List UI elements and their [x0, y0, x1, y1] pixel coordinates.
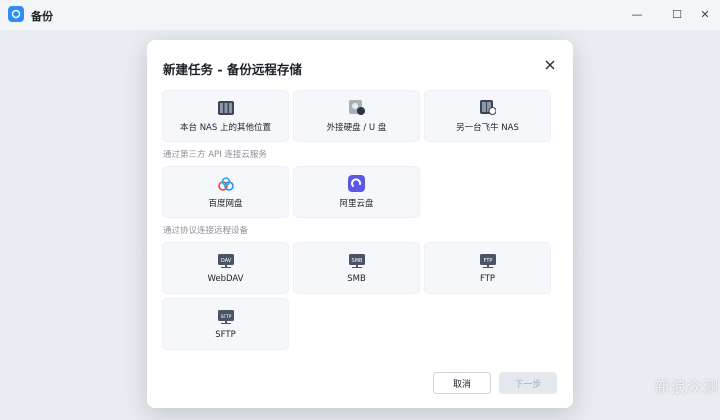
- option-label: 阿里云盘: [339, 198, 374, 209]
- new-task-dialog: 新建任务 - 备份远程存储 本台 NAS 上的其他位置 外接硬盘 / U 盘 另…: [147, 40, 573, 408]
- option-label: 本台 NAS 上的其他位置: [180, 122, 271, 133]
- baidu-netdisk-icon: [217, 176, 235, 192]
- option-other-nas[interactable]: 另一台飞牛 NAS: [424, 90, 551, 142]
- external-drive-icon: [348, 100, 366, 116]
- option-baidu-netdisk[interactable]: 百度网盘: [162, 166, 289, 218]
- other-nas-icon: [479, 100, 497, 116]
- dialog-content: 本台 NAS 上的其他位置 外接硬盘 / U 盘 另一台飞牛 NAS 通过第三方…: [162, 90, 552, 355]
- svg-text:SFTP: SFTP: [220, 314, 231, 320]
- dialog-title: 新建任务 - 备份远程存储: [163, 62, 302, 77]
- section-label-protocol: 通过协议连接远程设备: [163, 226, 249, 236]
- maximize-button[interactable]: ☐: [666, 4, 688, 24]
- option-external-drive[interactable]: 外接硬盘 / U 盘: [293, 90, 420, 142]
- option-sftp[interactable]: SFTP SFTP: [162, 298, 289, 350]
- protocol-options-grid: DAV WebDAV SMB SMB FTP FTP SFTP SFTP: [162, 242, 552, 350]
- option-label: WebDAV: [207, 273, 244, 284]
- section-label-cloud: 通过第三方 API 连接云服务: [163, 150, 267, 160]
- local-options-grid: 本台 NAS 上的其他位置 外接硬盘 / U 盘 另一台飞牛 NAS: [162, 90, 552, 142]
- cancel-button[interactable]: 取消: [433, 372, 491, 394]
- backup-app-icon: [8, 6, 24, 22]
- window-titlebar: 备份 — ☐ ✕: [0, 0, 720, 30]
- option-aliyun-drive[interactable]: 阿里云盘: [293, 166, 420, 218]
- option-label: SFTP: [215, 329, 236, 340]
- aliyun-drive-icon: [348, 175, 366, 192]
- close-dialog-button[interactable]: [541, 56, 559, 74]
- sftp-drive-icon: SFTP: [217, 309, 235, 325]
- minimize-button[interactable]: —: [626, 4, 648, 24]
- svg-text:FTP: FTP: [483, 258, 492, 264]
- option-label: 百度网盘: [208, 198, 243, 209]
- smb-drive-icon: SMB: [348, 253, 366, 269]
- svg-text:DAV: DAV: [220, 258, 231, 264]
- close-icon: [545, 60, 555, 70]
- next-step-button[interactable]: 下一步: [499, 372, 557, 394]
- svg-text:SMB: SMB: [351, 258, 362, 264]
- watermark: 新浪众测: [655, 378, 720, 396]
- option-ftp[interactable]: FTP FTP: [424, 242, 551, 294]
- option-label: FTP: [479, 273, 496, 284]
- option-label: 外接硬盘 / U 盘: [326, 122, 387, 133]
- nas-server-icon: [217, 100, 235, 116]
- webdav-drive-icon: DAV: [217, 253, 235, 269]
- cloud-options-grid: 百度网盘 阿里云盘: [162, 166, 552, 218]
- ftp-drive-icon: FTP: [479, 253, 497, 269]
- dialog-footer: 取消 下一步: [147, 356, 573, 408]
- option-label: SMB: [347, 273, 366, 284]
- close-window-button[interactable]: ✕: [694, 4, 716, 24]
- option-label: 另一台飞牛 NAS: [456, 122, 519, 133]
- app-title: 备份: [31, 10, 53, 23]
- option-smb[interactable]: SMB SMB: [293, 242, 420, 294]
- option-local-nas[interactable]: 本台 NAS 上的其他位置: [162, 90, 289, 142]
- option-webdav[interactable]: DAV WebDAV: [162, 242, 289, 294]
